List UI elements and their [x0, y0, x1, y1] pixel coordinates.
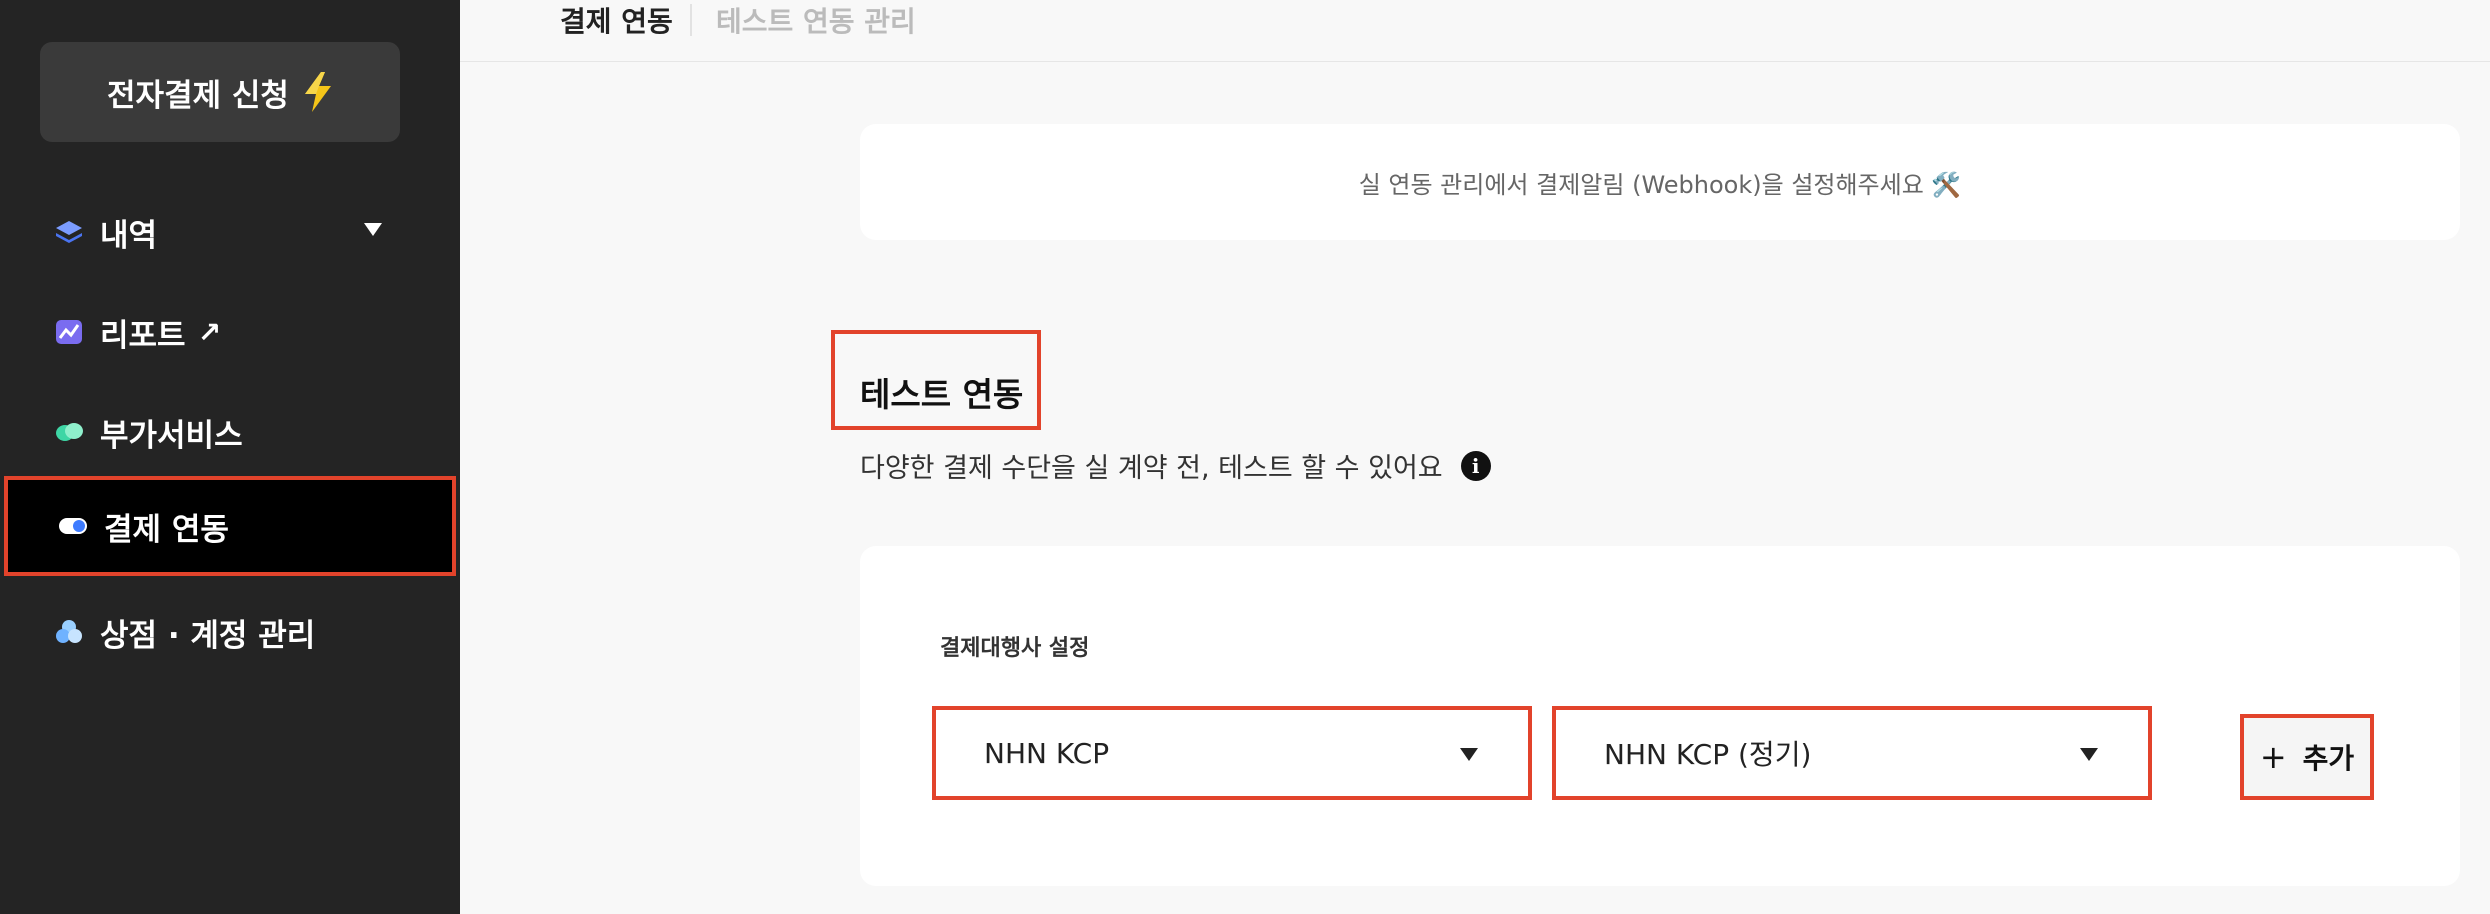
- pg-provider-value: NHN KCP: [984, 736, 1110, 770]
- chevron-down-icon: [1460, 748, 1478, 761]
- section-description: 다양한 결제 수단을 실 계약 전, 테스트 할 수 있어요 i: [860, 446, 1491, 485]
- sidebar-item-store-account[interactable]: 상점 · 계정 관리: [0, 582, 460, 682]
- top-tab-bar: 결제 연동 테스트 연동 관리: [460, 0, 2490, 62]
- add-pg-button[interactable]: + 추가: [2240, 714, 2374, 800]
- apply-payment-button[interactable]: 전자결제 신청: [40, 42, 400, 142]
- sidebar-item-label: 상점 · 계정 관리: [100, 617, 316, 654]
- section-title: 테스트 연동: [860, 375, 1024, 414]
- pg-settings-card: 결제대행사 설정 NHN KCP NHN KCP (정기) + 추가: [860, 546, 2460, 886]
- pg-settings-label: 결제대행사 설정: [940, 636, 1090, 661]
- layers-icon: [54, 217, 84, 247]
- tab-payment-integration[interactable]: 결제 연동: [560, 0, 673, 40]
- add-pg-label: 추가: [2302, 742, 2355, 775]
- chart-icon: [54, 317, 84, 347]
- sidebar-item-label: 내역: [100, 217, 158, 254]
- plus-icon: +: [2259, 738, 2287, 776]
- sidebar: 전자결제 신청 내역 리포트 ↗ 부가서비스 결제 연동 상점 · 계정 관리: [0, 0, 460, 914]
- pg-provider-select[interactable]: NHN KCP: [932, 706, 1532, 800]
- sidebar-item-label: 리포트: [100, 317, 186, 354]
- sidebar-item-label: 결제 연동: [104, 511, 229, 548]
- sidebar-item-payment-integration[interactable]: 결제 연동: [4, 476, 456, 576]
- toggle-icon: [58, 511, 88, 541]
- tab-test-integration-management[interactable]: 테스트 연동 관리: [716, 0, 916, 40]
- cloud-icon: [54, 417, 84, 447]
- sidebar-item-label: 부가서비스: [100, 417, 243, 454]
- webhook-notice-card: 실 연동 관리에서 결제알림 (Webhook)을 설정해주세요 🛠️: [860, 124, 2460, 240]
- lightning-icon: [303, 72, 333, 112]
- info-icon[interactable]: i: [1460, 450, 1491, 481]
- tab-divider: [690, 4, 692, 36]
- sidebar-item-report[interactable]: 리포트 ↗: [0, 282, 460, 382]
- external-link-icon: ↗: [197, 315, 222, 349]
- apply-payment-label: 전자결제 신청: [107, 77, 289, 114]
- sidebar-item-addons[interactable]: 부가서비스: [0, 382, 460, 482]
- chevron-down-icon: [2080, 748, 2098, 761]
- sidebar-item-history[interactable]: 내역: [0, 182, 460, 282]
- pg-product-select[interactable]: NHN KCP (정기): [1552, 706, 2152, 800]
- webhook-notice-text: 실 연동 관리에서 결제알림 (Webhook)을 설정해주세요 🛠️: [1358, 170, 1962, 199]
- section-description-text: 다양한 결제 수단을 실 계약 전, 테스트 할 수 있어요: [860, 453, 1443, 484]
- chevron-down-icon[interactable]: [364, 223, 382, 236]
- pg-product-value: NHN KCP (정기): [1604, 738, 1812, 771]
- store-icon: [54, 617, 84, 647]
